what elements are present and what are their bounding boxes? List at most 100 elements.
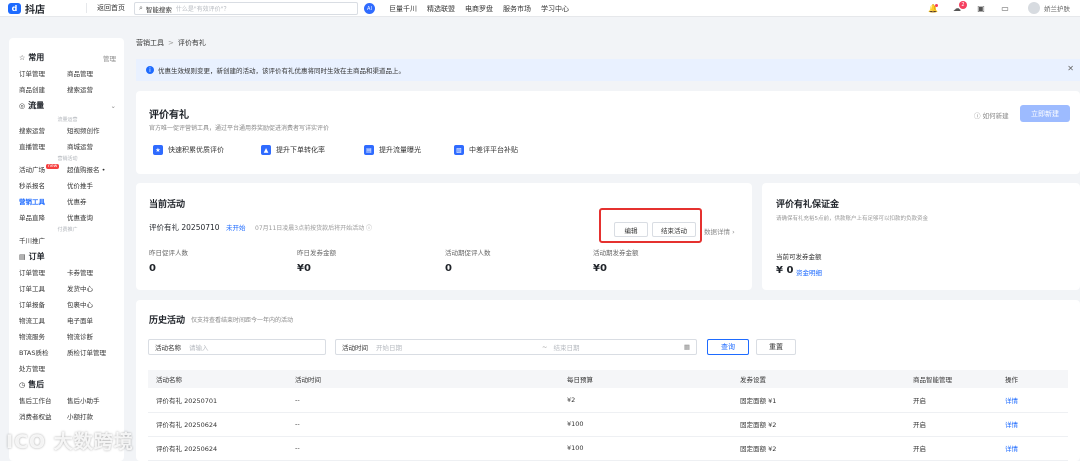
detail-link[interactable]: 详情: [997, 412, 1068, 437]
sidebar-item[interactable]: 活动广场: [19, 166, 45, 174]
sidebar-item[interactable]: 搜索运营: [67, 84, 115, 94]
sidebar-item[interactable]: 售后小助手: [67, 395, 115, 405]
flow-icon: ◎: [19, 101, 26, 110]
sidebar-item[interactable]: 搜索运营: [19, 125, 67, 135]
search-box[interactable]: ⌕ 智能搜索 什么是"有效评价"？: [134, 2, 358, 15]
sidebar-item[interactable]: 商城运营: [67, 141, 115, 151]
feature-label: 提升下单转化率: [276, 146, 325, 154]
notice-banner: i 优惠生效规则变更，新创建的活动，该评价有礼优惠将同时生效在主商品和渠道品上。…: [136, 59, 1080, 81]
sidebar-item[interactable]: 订单报备: [19, 299, 67, 309]
message-icon[interactable]: ☁ 2: [952, 0, 967, 14]
current-activity-card: 当前活动 评价有礼 20250710 未开始 07月11日凌晨3点前按货款后将开…: [136, 183, 752, 290]
sidebar-item[interactable]: 消费者权益: [19, 411, 67, 421]
edit-button[interactable]: 编辑: [614, 222, 648, 237]
sidebar-item[interactable]: 小额打款: [67, 411, 115, 421]
sidebar-item[interactable]: 千川推广: [19, 235, 67, 245]
close-icon[interactable]: ✕: [1067, 64, 1074, 73]
table-cell: 开启: [905, 436, 997, 461]
table-header-row: 活动名称 活动时间 每日预算 发券设置 商品智能管理 操作: [148, 370, 1068, 388]
top-nav-item[interactable]: 学习中心: [541, 4, 569, 14]
sidebar-item[interactable]: 物流工具: [19, 315, 67, 325]
column-header: 活动名称: [148, 370, 287, 388]
detail-link[interactable]: 详情: [997, 388, 1068, 413]
sidebar-item[interactable]: 超值购报名 •: [67, 164, 115, 174]
history-table-wrap: 活动名称 活动时间 每日预算 发券设置 商品智能管理 操作 评价有礼 20250…: [148, 370, 1068, 461]
activity-name-field[interactable]: 活动名称 请输入: [148, 339, 326, 355]
detail-link[interactable]: 详情: [997, 436, 1068, 461]
field-label: 活动名称: [155, 344, 181, 352]
sidebar-item[interactable]: 质检订单管理: [67, 347, 115, 357]
feature-label: 中差评平台补贴: [469, 146, 518, 154]
sidebar-section-header[interactable]: ◷ 售后: [19, 379, 116, 390]
stat-value: ¥0: [593, 263, 607, 274]
table-cell: 评价有礼 20250624: [148, 412, 287, 437]
sidebar-section-label: 售后: [28, 380, 45, 389]
sidebar-item[interactable]: 短视频创作: [67, 125, 115, 135]
sidebar-item[interactable]: 秒杀报名: [19, 180, 67, 190]
window-icon[interactable]: ▭: [1000, 4, 1010, 14]
sidebar-item[interactable]: 卡券管理: [67, 267, 115, 277]
message-badge: 2: [959, 0, 967, 9]
sidebar-section-title: ☆ 常用: [19, 52, 44, 63]
avatar: [1028, 2, 1040, 14]
breadcrumb: 营销工具 > 评价有礼: [136, 38, 206, 48]
sidebar-item[interactable]: 单品直降: [19, 212, 67, 222]
sidebar-section-header[interactable]: ◎ 流量 ⌄: [19, 100, 116, 111]
sidebar-item[interactable]: 订单工具: [19, 283, 67, 293]
user-name: 娇兰护肤: [1044, 5, 1070, 13]
breadcrumb-parent[interactable]: 营销工具: [136, 39, 164, 47]
end-activity-button[interactable]: 结束活动: [652, 222, 696, 237]
top-nav-item[interactable]: 巨量千川: [389, 4, 417, 14]
sidebar-item[interactable]: 营销工具: [19, 196, 67, 206]
sidebar-item[interactable]: BTAS质检: [19, 347, 67, 357]
sidebar-item[interactable]: 优惠查询: [67, 212, 115, 222]
sidebar-section-header[interactable]: ☆ 常用 管理: [19, 52, 116, 63]
sidebar-item[interactable]: 优价推手: [67, 180, 115, 190]
back-home-link[interactable]: 返回首页: [86, 3, 125, 13]
top-nav-item[interactable]: 服务市场: [503, 4, 531, 14]
sidebar-item[interactable]: 优惠券: [67, 196, 115, 206]
ai-assistant-button[interactable]: AI: [364, 3, 375, 14]
logo[interactable]: d 抖店: [8, 1, 68, 16]
page-title: 评价有礼: [149, 110, 189, 121]
create-button[interactable]: 立即新建: [1020, 105, 1070, 122]
sidebar-item[interactable]: 商品创建: [19, 84, 67, 94]
sidebar-item[interactable]: 物流诊断: [67, 331, 115, 341]
table-cell: --: [287, 436, 559, 461]
page-description: 官方唯一促评营销工具，通过平台通用券奖励促进消费者写详实评价: [149, 125, 330, 132]
sidebar-item[interactable]: 订单管理: [19, 68, 67, 78]
sidebar-item[interactable]: 发货中心: [67, 283, 115, 293]
fund-detail-link[interactable]: 资金明细: [796, 267, 822, 277]
user-menu[interactable]: 娇兰护肤: [1028, 2, 1070, 14]
sidebar-item[interactable]: 直播管理: [19, 141, 67, 151]
sidebar-section-header[interactable]: ▤ 订单: [19, 251, 116, 262]
feature-item: ★ 快速积累优质评价: [153, 145, 224, 155]
sidebar-item[interactable]: 商品管理: [67, 68, 115, 78]
table-cell: 固定面额 ¥2: [732, 412, 905, 437]
aftersale-icon: ◷: [19, 380, 26, 389]
sidebar-section-action[interactable]: ⌄: [111, 102, 116, 110]
top-nav-item[interactable]: 电商罗盘: [465, 4, 493, 14]
box-icon[interactable]: ▣: [976, 4, 986, 14]
sidebar-section-title: ▤ 订单: [19, 251, 45, 262]
sidebar-item[interactable]: 订单管理: [19, 267, 67, 277]
sidebar-item[interactable]: 处方管理: [19, 363, 67, 373]
search-placeholder[interactable]: 什么是"有效评价"？: [176, 4, 230, 13]
reset-button[interactable]: 重置: [756, 339, 796, 355]
sidebar-item[interactable]: 物流服务: [19, 331, 67, 341]
history-table: 活动名称 活动时间 每日预算 发券设置 商品智能管理 操作 评价有礼 20250…: [148, 370, 1068, 461]
top-nav-item[interactable]: 精选联盟: [427, 4, 455, 14]
sidebar-item[interactable]: 售后工作台: [19, 395, 67, 405]
sidebar-item[interactable]: 电子面单: [67, 315, 115, 325]
status-badge: 未开始: [226, 224, 246, 232]
stat-item: 昨日发券金额 ¥0: [297, 247, 336, 274]
activity-time-field[interactable]: 活动时间 开始日期 ~ 结束日期 ▦: [335, 339, 697, 355]
sidebar-section-action[interactable]: 管理: [103, 53, 116, 63]
how-to-create-link[interactable]: ⓘ 如何新建: [974, 110, 1009, 120]
query-button[interactable]: 查询: [707, 339, 749, 355]
column-header: 操作: [997, 370, 1068, 388]
data-detail-link[interactable]: 数据详情 ›: [704, 226, 735, 236]
sidebar-item[interactable]: 包裹中心: [67, 299, 115, 309]
start-date-placeholder: 开始日期: [376, 344, 402, 352]
bell-icon[interactable]: 🔔: [928, 3, 938, 14]
